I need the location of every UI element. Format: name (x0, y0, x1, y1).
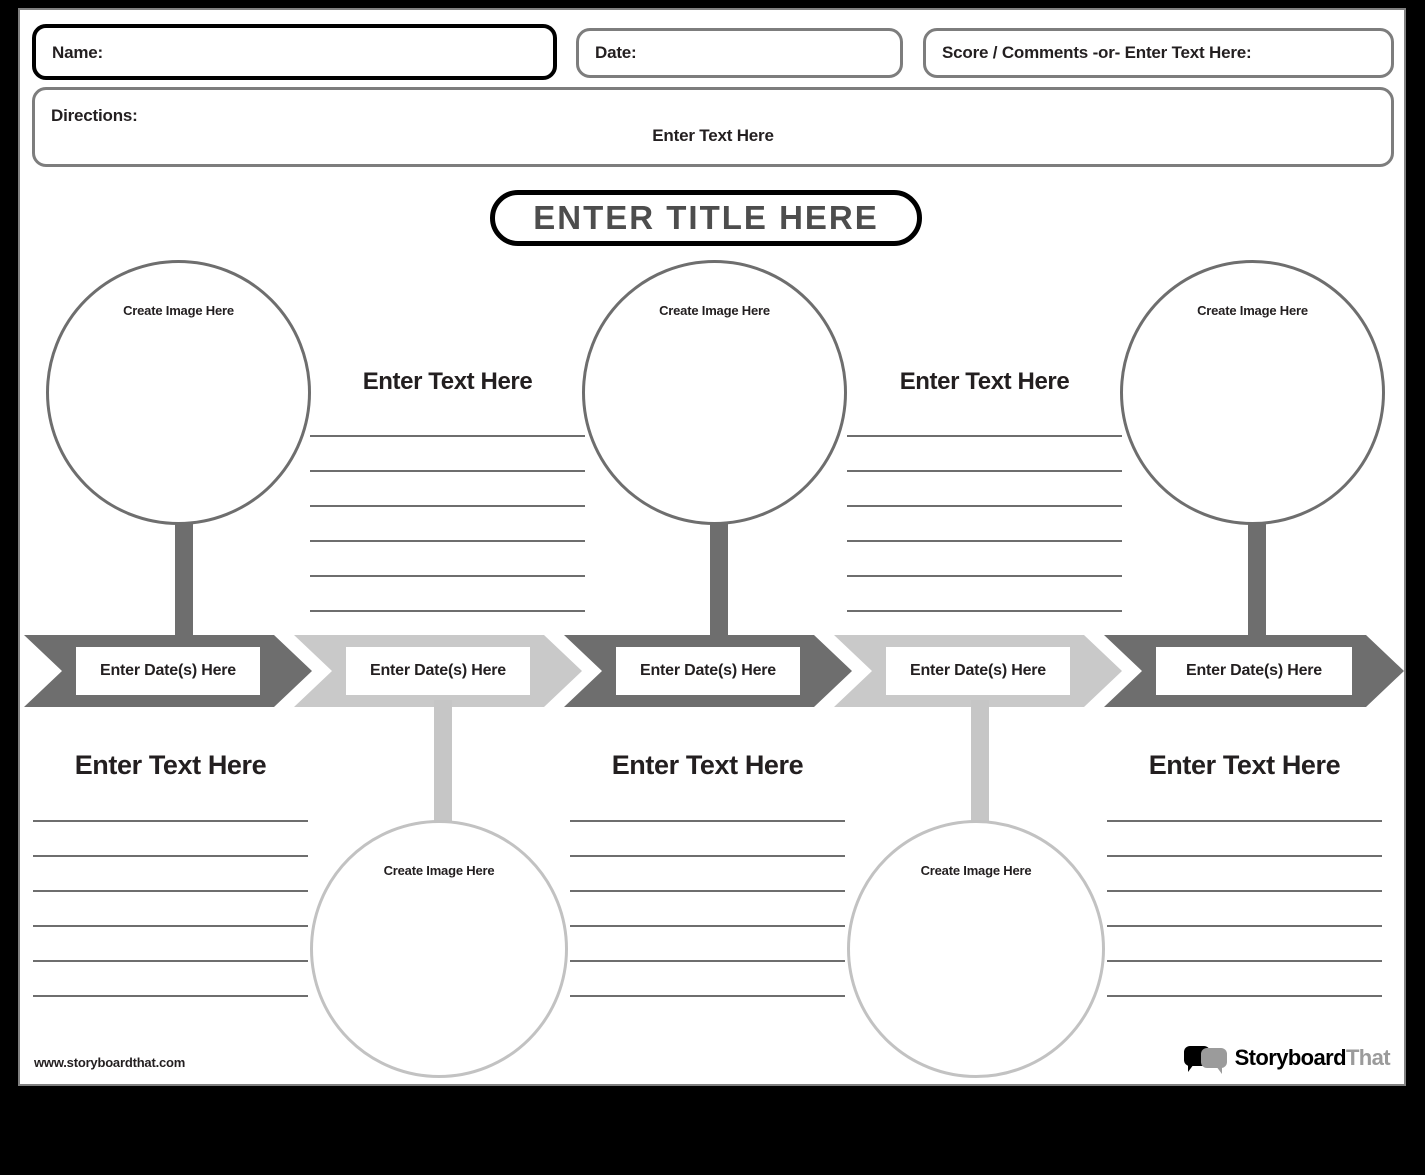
create-image-label: Create Image Here (383, 863, 495, 878)
rule-line (1107, 995, 1382, 997)
create-image-label: Create Image Here (123, 303, 234, 318)
rule-line (847, 435, 1122, 437)
directions-label: Directions: (51, 106, 138, 125)
top-text-heading-2[interactable]: Enter Text Here (847, 368, 1122, 396)
worksheet-page: Name: Date: Score / Comments -or- Enter … (18, 8, 1406, 1086)
rule-line (33, 820, 308, 822)
bottom-rule-lines-2[interactable] (570, 820, 845, 997)
score-comments-field[interactable]: Score / Comments -or- Enter Text Here: (923, 28, 1394, 78)
bottom-text-block-1: Enter Text Here (33, 750, 308, 997)
rule-line (1107, 925, 1382, 927)
bottom-image-circle-2[interactable]: Create Image Here (847, 820, 1105, 1078)
rule-line (310, 505, 585, 507)
bottom-text-block-3: Enter Text Here (1107, 750, 1382, 997)
top-text-block-2: Enter Text Here (847, 368, 1122, 612)
bottom-text-heading-1[interactable]: Enter Text Here (33, 750, 308, 781)
name-label: Name: (52, 43, 103, 62)
bottom-text-heading-3[interactable]: Enter Text Here (1107, 750, 1382, 781)
timeline-step-2[interactable]: Enter Date(s) Here (294, 635, 582, 707)
top-text-heading-1[interactable]: Enter Text Here (310, 368, 585, 396)
rule-line (33, 995, 308, 997)
stem-bottom-1 (434, 700, 452, 830)
top-rule-lines-1[interactable] (310, 435, 585, 612)
stem-top-1 (175, 505, 193, 645)
rule-line (570, 855, 845, 857)
timeline-step-label-2[interactable]: Enter Date(s) Here (346, 647, 530, 695)
top-image-circle-1[interactable]: Create Image Here (46, 260, 311, 525)
speech-bubbles-icon (1183, 1044, 1228, 1074)
directions-field[interactable]: Directions: Enter Text Here (32, 87, 1394, 167)
rule-line (847, 610, 1122, 612)
timeline-step-label-1[interactable]: Enter Date(s) Here (76, 647, 260, 695)
speech-bubble-front-icon (1200, 1048, 1227, 1074)
timeline-step-label-3[interactable]: Enter Date(s) Here (616, 647, 800, 695)
timeline-step-label-4[interactable]: Enter Date(s) Here (886, 647, 1070, 695)
rule-line (570, 820, 845, 822)
rule-line (1107, 820, 1382, 822)
rule-line (570, 925, 845, 927)
rule-line (310, 540, 585, 542)
rule-line (1107, 855, 1382, 857)
rule-line (310, 470, 585, 472)
rule-line (310, 435, 585, 437)
create-image-label: Create Image Here (659, 303, 770, 318)
storyboardthat-logo[interactable]: StoryboardThat (1183, 1044, 1391, 1074)
rule-line (310, 575, 585, 577)
rule-line (847, 575, 1122, 577)
top-image-circle-2[interactable]: Create Image Here (582, 260, 847, 525)
rule-line (570, 995, 845, 997)
rule-line (1107, 890, 1382, 892)
rule-line (570, 890, 845, 892)
bottom-text-heading-2[interactable]: Enter Text Here (570, 750, 845, 781)
logo-wordmark: StoryboardThat (1234, 1045, 1391, 1071)
bottom-rule-lines-3[interactable] (1107, 820, 1382, 997)
stem-top-3 (1248, 505, 1266, 645)
name-field[interactable]: Name: (32, 24, 557, 80)
top-rule-lines-2[interactable] (847, 435, 1122, 612)
timeline-step-3[interactable]: Enter Date(s) Here (564, 635, 852, 707)
title-pill[interactable]: ENTER TITLE HERE (490, 190, 922, 246)
date-field[interactable]: Date: (576, 28, 903, 78)
score-comments-label: Score / Comments -or- Enter Text Here: (942, 43, 1252, 62)
create-image-label: Create Image Here (1197, 303, 1308, 318)
date-label: Date: (595, 43, 637, 62)
stem-bottom-2 (971, 700, 989, 830)
rule-line (33, 890, 308, 892)
timeline-step-1[interactable]: Enter Date(s) Here (24, 635, 312, 707)
directions-placeholder[interactable]: Enter Text Here (35, 126, 1391, 146)
rule-line (33, 855, 308, 857)
top-image-circle-3[interactable]: Create Image Here (1120, 260, 1385, 525)
logo-text-secondary: That (1345, 1045, 1391, 1070)
rule-line (33, 960, 308, 962)
bottom-image-circle-1[interactable]: Create Image Here (310, 820, 568, 1078)
website-url[interactable]: www.storyboardthat.com (34, 1055, 185, 1070)
bottom-rule-lines-1[interactable] (33, 820, 308, 997)
rule-line (847, 470, 1122, 472)
timeline-step-label-5[interactable]: Enter Date(s) Here (1156, 647, 1352, 695)
timeline-step-5[interactable]: Enter Date(s) Here (1104, 635, 1404, 707)
create-image-label: Create Image Here (920, 863, 1032, 878)
rule-line (847, 540, 1122, 542)
timeline-step-4[interactable]: Enter Date(s) Here (834, 635, 1122, 707)
rule-line (847, 505, 1122, 507)
stem-top-2 (710, 505, 728, 645)
rule-line (570, 960, 845, 962)
page-title: ENTER TITLE HERE (533, 199, 879, 236)
logo-text-primary: Storyboard (1234, 1045, 1347, 1070)
rule-line (1107, 960, 1382, 962)
bottom-text-block-2: Enter Text Here (570, 750, 845, 997)
rule-line (310, 610, 585, 612)
timeline-arrow-bar: Enter Date(s) Here Enter Date(s) Here En… (24, 635, 1404, 707)
rule-line (33, 925, 308, 927)
top-text-block-1: Enter Text Here (310, 368, 585, 612)
